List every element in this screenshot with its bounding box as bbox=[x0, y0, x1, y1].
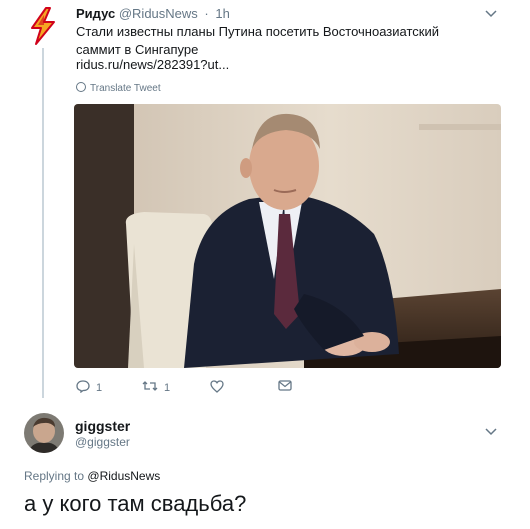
reply-text: а у кого там свадьба? bbox=[24, 491, 247, 516]
tweet-photo[interactable] bbox=[74, 104, 501, 368]
replying-to-handle[interactable]: @RidusNews bbox=[87, 469, 160, 483]
user-photo bbox=[24, 413, 64, 453]
replying-to-line: Replying to @RidusNews bbox=[24, 469, 160, 483]
globe-icon bbox=[76, 82, 86, 92]
retweet-button[interactable]: 1 bbox=[142, 380, 170, 395]
translate-tweet-link[interactable]: Translate Tweet bbox=[76, 82, 161, 94]
reply-count: 1 bbox=[96, 382, 103, 394]
reply-button[interactable]: 1 bbox=[76, 380, 102, 396]
tweet-menu-chevron-down-icon[interactable] bbox=[485, 7, 497, 21]
author-handle[interactable]: @RidusNews bbox=[119, 6, 198, 21]
man-in-suit-photo bbox=[74, 104, 501, 368]
heart-icon bbox=[210, 380, 224, 396]
replying-prefix: Replying to bbox=[24, 469, 85, 483]
direct-message-button[interactable] bbox=[278, 380, 292, 394]
reply-author-name[interactable]: giggster bbox=[75, 418, 130, 434]
lightning-logo-icon bbox=[31, 7, 55, 45]
ridus-avatar[interactable] bbox=[26, 6, 60, 46]
reply-icon bbox=[76, 380, 90, 396]
author-name[interactable]: Ридус bbox=[76, 6, 115, 21]
like-button[interactable] bbox=[210, 380, 224, 396]
envelope-icon bbox=[278, 380, 292, 394]
user-avatar[interactable] bbox=[24, 413, 64, 453]
retweet-count: 1 bbox=[164, 381, 171, 394]
reply-menu-chevron-down-icon[interactable] bbox=[485, 425, 497, 439]
tweet-text: Стали известны планы Путина посетить Вос… bbox=[76, 24, 439, 57]
header-separator: · bbox=[204, 6, 209, 21]
translate-label: Translate Tweet bbox=[90, 83, 161, 94]
reply-author-handle[interactable]: @giggster bbox=[75, 435, 130, 449]
tweet-header: Ридус @RidusNews · 1h bbox=[76, 6, 230, 21]
tweet-link[interactable]: ridus.ru/news/282391?ut... bbox=[76, 57, 229, 72]
retweet-icon bbox=[142, 380, 158, 395]
tweet-time[interactable]: 1h bbox=[215, 6, 229, 21]
thread-line bbox=[42, 48, 44, 398]
